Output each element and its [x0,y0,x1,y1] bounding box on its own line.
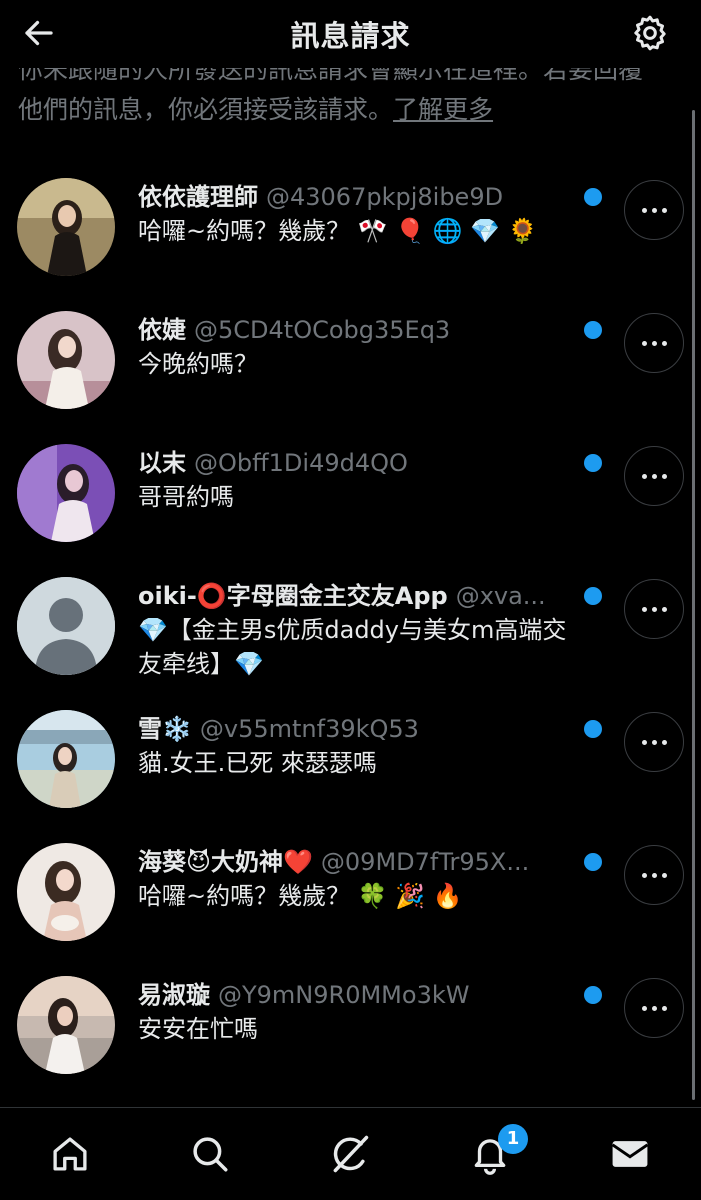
nav-messages[interactable] [606,1130,654,1178]
message-requests-screen: 你未跟隨的人所發送的訊息請求會顯示在這裡。若要回覆 他們的訊息，你必須接受該請求… [0,0,701,1200]
request-item[interactable]: 海葵😈大奶神❤️ @09MD7fTr95X... 哈囉~約嗎？幾歲？ 🍀 🎉 🔥 [0,825,701,958]
more-options-button[interactable] [624,446,684,506]
search-icon [193,1137,228,1172]
nav-grok[interactable] [326,1130,374,1178]
nav-search[interactable] [186,1130,234,1178]
avatar[interactable] [17,178,115,276]
nav-home[interactable] [46,1130,94,1178]
top-bar: 訊息請求 [0,0,701,68]
unread-dot [584,986,602,1004]
envelope-icon [611,1141,649,1167]
request-item[interactable]: 易淑璇 @Y9mN9R0MMo3kW 安安在忙嗎 [0,958,701,1091]
message-preview: 💎【金主男s优质daddy与美女m高端交友牵线】💎 [138,616,567,678]
more-options-button[interactable] [624,978,684,1038]
unread-dot [584,188,602,206]
more-options-button[interactable] [624,712,684,772]
request-item[interactable]: oiki-⭕字母圈金主交友App @xva... 💎【金主男s优质daddy与美女… [0,559,701,692]
scrollbar[interactable] [692,110,695,1100]
sender-handle: @5CD4tOCobg35Eq3 [194,316,451,344]
request-item[interactable]: 依依護理師 @43067pkpj8ibe9D 哈囉~約嗎？幾歲？ 🎌 🎈 🌐 💎 … [0,160,701,293]
sender-handle: @43067pkpj8ibe9D [266,183,504,211]
page-title: 訊息請求 [290,19,411,53]
sender-handle: @v55mtnf39kQ53 [199,715,419,743]
more-options-button[interactable] [624,845,684,905]
grok-icon [333,1135,369,1173]
unread-dot [584,720,602,738]
sender-name: 易淑璇 [138,981,210,1009]
sender-name: 雪❄️ [138,715,192,743]
message-preview: 哥哥約嗎 [138,483,234,511]
request-item[interactable]: 依婕 @5CD4tOCobg35Eq3 今晚約嗎？ [0,293,701,426]
sender-name: oiki-⭕字母圈金主交友App [138,582,448,610]
more-options-button[interactable] [624,579,684,639]
sender-name: 以末 [138,449,186,477]
message-preview: 貓.女王.已死 來瑟瑟嗎 [138,749,377,777]
unread-dot [584,587,602,605]
request-item[interactable]: 以末 @Obff1Di49d4QO 哥哥約嗎 [0,426,701,559]
settings-button[interactable] [629,12,671,54]
home-icon [53,1137,87,1171]
more-options-button[interactable] [624,313,684,373]
intro-line-2: 他們的訊息，你必須接受該請求。 [18,95,394,124]
sender-name: 依婕 [138,316,186,344]
request-item[interactable]: 雪❄️ @v55mtnf39kQ53 貓.女王.已死 來瑟瑟嗎 [0,692,701,825]
avatar-default[interactable] [17,577,115,675]
avatar[interactable] [17,843,115,941]
bottom-navigation [0,1107,701,1200]
learn-more-link[interactable]: 了解更多 [393,95,493,124]
more-options-button[interactable] [624,180,684,240]
message-preview: 今晚約嗎？ [138,350,258,378]
sender-handle: @Obff1Di49d4QO [194,449,408,477]
back-arrow-icon [25,20,53,46]
avatar[interactable] [17,976,115,1074]
avatar[interactable] [17,710,115,808]
sender-handle: @xva... [455,582,546,610]
unread-dot [584,321,602,339]
sender-name: 依依護理師 [138,183,258,211]
sender-handle: @Y9mN9R0MMo3kW [218,981,470,1009]
unread-dot [584,853,602,871]
sender-handle: @09MD7fTr95X... [320,848,530,876]
unread-dot [584,454,602,472]
message-preview: 哈囉~約嗎？幾歲？ 🍀 🎉 🔥 [138,882,463,910]
back-button[interactable] [18,12,60,54]
avatar[interactable] [17,311,115,409]
avatar[interactable] [17,444,115,542]
message-preview: 安安在忙嗎 [138,1015,258,1043]
gear-icon [634,15,666,51]
request-list: 依依護理師 @43067pkpj8ibe9D 哈囉~約嗎？幾歲？ 🎌 🎈 🌐 💎 … [0,160,701,1091]
message-preview: 哈囉~約嗎？幾歲？ 🎌 🎈 🌐 💎 🌻 [138,217,538,245]
sender-name: 海葵😈大奶神❤️ [138,848,313,876]
notification-badge: 1 [498,1124,528,1154]
